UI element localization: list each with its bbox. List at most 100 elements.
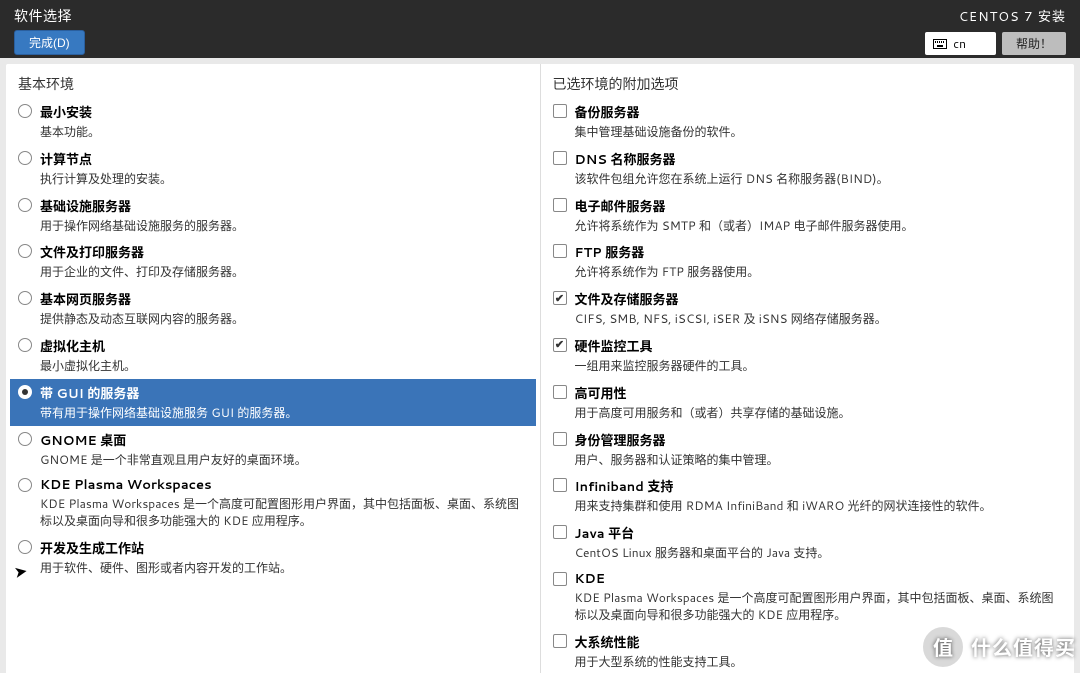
environment-option[interactable]: 开发及生成工作站用于软件、硬件、图形或者内容开发的工作站。	[10, 534, 536, 581]
help-button[interactable]: 帮助！	[1002, 32, 1066, 55]
checkbox-icon[interactable]	[553, 291, 567, 305]
environment-option[interactable]: 文件及打印服务器用于企业的文件、打印及存储服务器。	[10, 238, 536, 285]
option-title: GNOME 桌面	[40, 430, 307, 450]
option-description: 用来支持集群和使用 RDMA InfiniBand 和 iWARO 光纤的网状连…	[575, 498, 992, 515]
option-description: CentOS Linux 服务器和桌面平台的 Java 支持。	[575, 545, 830, 562]
environment-option[interactable]: KDE Plasma Workspaces KDE Plasma Workspac…	[10, 472, 536, 534]
option-description: 用于高度可用服务和（或者）共享存储的基础设施。	[575, 405, 851, 422]
radio-icon[interactable]	[18, 198, 32, 212]
option-description: 允许将系统作为 FTP 服务器使用。	[575, 264, 760, 281]
addon-option[interactable]: 硬件监控工具一组用来监控服务器硬件的工具。	[545, 332, 1071, 379]
keyboard-icon	[933, 39, 947, 49]
addon-option[interactable]: 身份管理服务器用户、服务器和认证策略的集中管理。	[545, 426, 1071, 473]
option-title: 身份管理服务器	[575, 430, 779, 450]
option-description: GNOME 是一个非常直观且用户友好的桌面环境。	[40, 452, 307, 469]
option-description: 用户、服务器和认证策略的集中管理。	[575, 452, 779, 469]
option-description: 允许将系统作为 SMTP 和（或者）IMAP 电子邮件服务器使用。	[575, 218, 914, 235]
option-title: 最小安装	[40, 102, 100, 122]
option-description: 一组用来监控服务器硬件的工具。	[575, 358, 755, 375]
addon-option[interactable]: Infiniband 支持用来支持集群和使用 RDMA InfiniBand 和…	[545, 472, 1071, 519]
environment-option[interactable]: 基础设施服务器用于操作网络基础设施服务的服务器。	[10, 192, 536, 239]
top-bar: 软件选择 完成(D) CENTOS 7 安装 cn 帮助！	[0, 0, 1080, 58]
option-description: 提供静态及动态互联网内容的服务器。	[40, 311, 244, 328]
addon-option[interactable]: 高可用性用于高度可用服务和（或者）共享存储的基础设施。	[545, 379, 1071, 426]
option-description: 集中管理基础设施备份的软件。	[575, 124, 743, 141]
option-description: 用于大型系统的性能支持工具。	[575, 654, 743, 671]
addon-option[interactable]: 文件及存储服务器 CIFS, SMB, NFS, iSCSI, iSER 及 iS…	[545, 285, 1071, 332]
radio-icon[interactable]	[18, 385, 32, 399]
option-description: 该软件包组允许您在系统上运行 DNS 名称服务器(BIND)。	[575, 171, 889, 188]
addon-option[interactable]: KDEKDE Plasma Workspaces 是一个高度可配置图形用户界面，…	[545, 566, 1071, 628]
radio-icon[interactable]	[18, 104, 32, 118]
radio-icon[interactable]	[18, 291, 32, 305]
addon-option[interactable]: 备份服务器集中管理基础设施备份的软件。	[545, 98, 1071, 145]
checkbox-icon[interactable]	[553, 104, 567, 118]
radio-icon[interactable]	[18, 244, 32, 258]
environment-option[interactable]: 基本网页服务器提供静态及动态互联网内容的服务器。	[10, 285, 536, 332]
keyboard-layout-code: cn	[953, 35, 966, 52]
radio-icon[interactable]	[18, 432, 32, 446]
option-title: KDE	[575, 570, 1063, 588]
option-description: 最小虚拟化主机。	[40, 358, 136, 375]
checkbox-icon[interactable]	[553, 525, 567, 539]
done-button[interactable]: 完成(D)	[14, 30, 85, 55]
option-description: KDE Plasma Workspaces 是一个高度可配置图形用户界面，其中包…	[40, 496, 528, 530]
content-area: 基本环境 最小安装基本功能。计算节点执行计算及处理的安装。基础设施服务器用于操作…	[6, 64, 1074, 673]
addons-list[interactable]: 备份服务器集中管理基础设施备份的软件。DNS 名称服务器该软件包组允许您在系统上…	[541, 98, 1075, 673]
option-description: 用于企业的文件、打印及存储服务器。	[40, 264, 244, 281]
option-title: 带 GUI 的服务器	[40, 383, 297, 403]
option-title: Java 平台	[575, 523, 830, 543]
option-title: 虚拟化主机	[40, 336, 136, 356]
addon-option[interactable]: FTP 服务器允许将系统作为 FTP 服务器使用。	[545, 238, 1071, 285]
addon-option[interactable]: Java 平台 CentOS Linux 服务器和桌面平台的 Java 支持。	[545, 519, 1071, 566]
addons-title: 已选环境的附加选项	[541, 64, 1075, 98]
lang-help-group: cn 帮助！	[925, 32, 1066, 55]
option-description: CIFS, SMB, NFS, iSCSI, iSER 及 iSNS 网络存储服…	[575, 311, 887, 328]
option-title: 计算节点	[40, 149, 172, 169]
checkbox-icon[interactable]	[553, 338, 567, 352]
option-description: 执行计算及处理的安装。	[40, 171, 172, 188]
option-title: 电子邮件服务器	[575, 196, 914, 216]
option-description: 带有用于操作网络基础设施服务 GUI 的服务器。	[40, 405, 297, 422]
environment-option[interactable]: 最小安装基本功能。	[10, 98, 536, 145]
addon-option[interactable]: 大系统性能用于大型系统的性能支持工具。	[545, 628, 1071, 673]
environment-option[interactable]: GNOME 桌面 GNOME 是一个非常直观且用户友好的桌面环境。	[10, 426, 536, 473]
top-right: CENTOS 7 安装 cn 帮助！	[925, 6, 1066, 55]
option-title: 文件及打印服务器	[40, 242, 244, 262]
environment-option[interactable]: 带 GUI 的服务器带有用于操作网络基础设施服务 GUI 的服务器。	[10, 379, 536, 426]
option-title: 备份服务器	[575, 102, 743, 122]
addon-option[interactable]: DNS 名称服务器该软件包组允许您在系统上运行 DNS 名称服务器(BIND)。	[545, 145, 1071, 192]
option-title: Infiniband 支持	[575, 476, 992, 496]
option-title: 基础设施服务器	[40, 196, 244, 216]
checkbox-icon[interactable]	[553, 198, 567, 212]
page-title: 软件选择	[14, 6, 85, 26]
option-title: FTP 服务器	[575, 242, 760, 262]
checkbox-icon[interactable]	[553, 634, 567, 648]
option-description: 用于操作网络基础设施服务的服务器。	[40, 218, 244, 235]
option-description: 基本功能。	[40, 124, 100, 141]
option-title: 大系统性能	[575, 632, 743, 652]
checkbox-icon[interactable]	[553, 244, 567, 258]
option-title: 文件及存储服务器	[575, 289, 887, 309]
environment-option[interactable]: 虚拟化主机最小虚拟化主机。	[10, 332, 536, 379]
environment-option[interactable]: 计算节点执行计算及处理的安装。	[10, 145, 536, 192]
checkbox-icon[interactable]	[553, 572, 567, 586]
option-description: 用于软件、硬件、图形或者内容开发的工作站。	[40, 560, 292, 577]
checkbox-icon[interactable]	[553, 478, 567, 492]
option-title: 高可用性	[575, 383, 851, 403]
base-environment-list[interactable]: 最小安装基本功能。计算节点执行计算及处理的安装。基础设施服务器用于操作网络基础设…	[6, 98, 540, 673]
base-environment-panel: 基本环境 最小安装基本功能。计算节点执行计算及处理的安装。基础设施服务器用于操作…	[6, 64, 541, 673]
addon-option[interactable]: 电子邮件服务器允许将系统作为 SMTP 和（或者）IMAP 电子邮件服务器使用。	[545, 192, 1071, 239]
checkbox-icon[interactable]	[553, 432, 567, 446]
radio-icon[interactable]	[18, 151, 32, 165]
keyboard-layout-indicator[interactable]: cn	[925, 32, 996, 55]
option-title: KDE Plasma Workspaces	[40, 476, 528, 494]
addons-panel: 已选环境的附加选项 备份服务器集中管理基础设施备份的软件。DNS 名称服务器该软…	[541, 64, 1075, 673]
top-left: 软件选择 完成(D)	[14, 6, 85, 55]
option-title: DNS 名称服务器	[575, 149, 889, 169]
checkbox-icon[interactable]	[553, 385, 567, 399]
radio-icon[interactable]	[18, 540, 32, 554]
checkbox-icon[interactable]	[553, 151, 567, 165]
radio-icon[interactable]	[18, 478, 32, 492]
radio-icon[interactable]	[18, 338, 32, 352]
